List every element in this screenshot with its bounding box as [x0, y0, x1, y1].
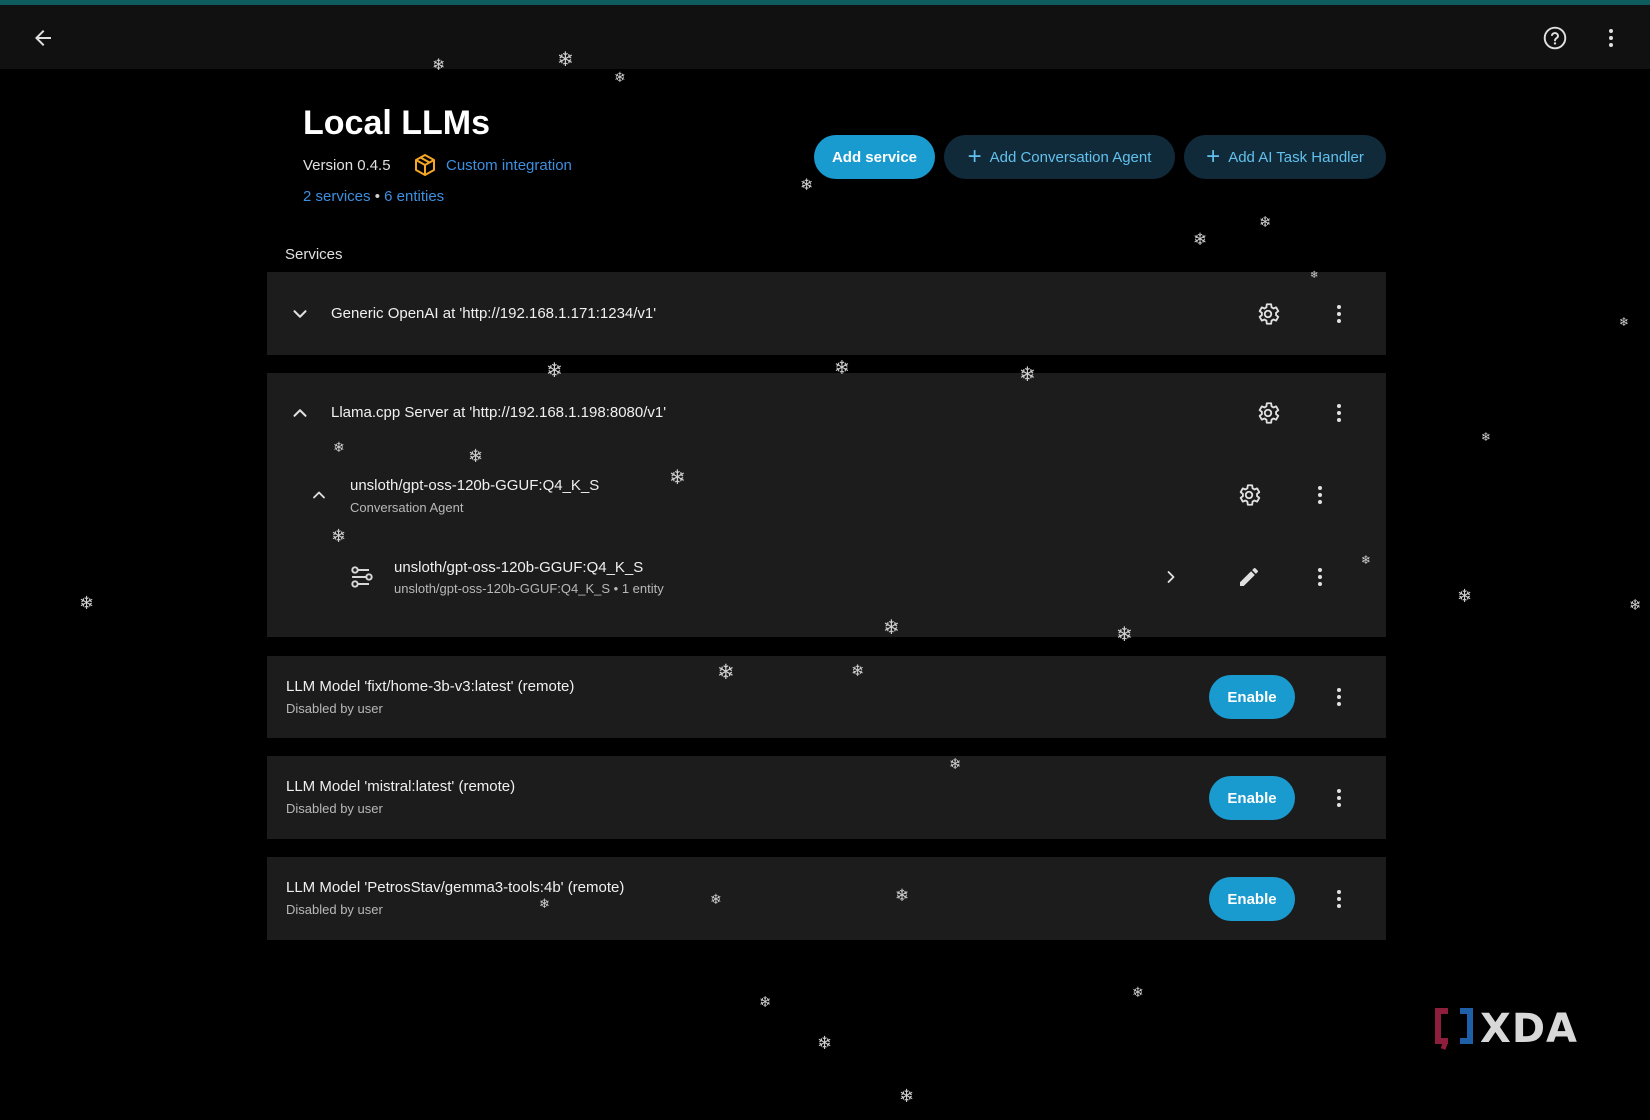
page-title: Local LLMs [303, 104, 491, 142]
entry-menu-button[interactable] [1323, 782, 1355, 814]
gear-icon [1239, 484, 1261, 506]
subentry-menu-button[interactable] [1304, 479, 1336, 511]
chevron-down-icon [293, 310, 307, 318]
disabled-entry-card: LLM Model 'mistral:latest' (remote) Disa… [267, 756, 1386, 839]
add-service-button[interactable]: Add service [814, 135, 935, 179]
entry-menu-button[interactable] [1323, 883, 1355, 915]
add-ai-task-handler-button[interactable]: + Add AI Task Handler [1184, 135, 1386, 179]
service-title: Generic OpenAI at 'http://192.168.1.171:… [331, 305, 657, 322]
entities-link[interactable]: 6 entities [384, 188, 444, 205]
help-button[interactable] [1538, 21, 1572, 55]
dots-vertical-icon [1337, 688, 1341, 706]
entry-menu-button[interactable] [1323, 681, 1355, 713]
entry-title: LLM Model 'fixt/home-3b-v3:latest' (remo… [286, 678, 575, 695]
xda-logo-icon [1435, 1008, 1473, 1050]
disabled-entry-card: LLM Model 'fixt/home-3b-v3:latest' (remo… [267, 656, 1386, 738]
dots-vertical-icon [1318, 486, 1322, 504]
chevron-up-icon [293, 409, 307, 417]
custom-integration-label: Custom integration [446, 156, 572, 174]
service-card: Generic OpenAI at 'http://192.168.1.171:… [267, 272, 1386, 355]
device-open-button[interactable] [1155, 561, 1187, 593]
chevron-right-icon [1167, 571, 1175, 583]
counts-line: 2 services • 6 entities [303, 188, 444, 205]
entry-title: LLM Model 'mistral:latest' (remote) [286, 778, 516, 795]
package-icon [415, 154, 435, 176]
enable-button[interactable]: Enable [1209, 776, 1295, 820]
add-conversation-agent-label: Add Conversation Agent [989, 148, 1152, 166]
xda-wordmark: XDA [1480, 1006, 1578, 1052]
plus-icon: + [1206, 143, 1221, 170]
dots-vertical-icon [1609, 29, 1613, 47]
device-title: unsloth/gpt-oss-120b-GGUF:Q4_K_S [394, 559, 644, 576]
device-edit-button[interactable] [1233, 561, 1265, 593]
dots-vertical-icon [1337, 890, 1341, 908]
gear-icon [1258, 402, 1280, 424]
entry-subtitle: Disabled by user [286, 801, 383, 816]
entry-subtitle: Disabled by user [286, 902, 383, 917]
subentry-title: unsloth/gpt-oss-120b-GGUF:Q4_K_S [350, 477, 600, 494]
subentry-collapse-button[interactable] [303, 479, 335, 511]
add-conversation-agent-button[interactable]: + Add Conversation Agent [944, 135, 1175, 179]
services-link[interactable]: 2 services [303, 188, 371, 205]
subentry-subtitle: Conversation Agent [350, 500, 464, 515]
separator: • [374, 188, 380, 205]
expand-button[interactable] [284, 298, 316, 330]
arrow-left-icon [35, 30, 51, 46]
add-ai-task-handler-label: Add AI Task Handler [1228, 148, 1364, 166]
hub-devices-icon [351, 566, 373, 588]
service-settings-button[interactable] [1252, 298, 1284, 330]
services-section-label: Services [285, 246, 343, 263]
entry-subtitle: Disabled by user [286, 701, 383, 716]
help-circle-icon [1543, 26, 1567, 50]
enable-button[interactable]: Enable [1209, 675, 1295, 719]
version-label: Version 0.4.5 [303, 157, 391, 174]
custom-integration-badge[interactable]: Custom integration [413, 153, 572, 177]
dots-vertical-icon [1337, 305, 1341, 323]
dots-vertical-icon [1318, 568, 1322, 586]
device-subtitle: unsloth/gpt-oss-120b-GGUF:Q4_K_S • 1 ent… [394, 581, 664, 596]
device-icon-wrap [346, 561, 378, 593]
overflow-menu-button[interactable] [1594, 21, 1628, 55]
disabled-entry-card: LLM Model 'PetrosStav/gemma3-tools:4b' (… [267, 857, 1386, 940]
pencil-icon [1240, 567, 1259, 586]
device-menu-button[interactable] [1304, 561, 1336, 593]
dots-vertical-icon [1337, 789, 1341, 807]
collapse-button[interactable] [284, 397, 316, 429]
app-bar [0, 5, 1650, 69]
dots-vertical-icon [1337, 404, 1341, 422]
service-settings-button[interactable] [1252, 397, 1284, 429]
service-title: Llama.cpp Server at 'http://192.168.1.19… [331, 404, 667, 421]
xda-watermark: XDA [1434, 1006, 1578, 1052]
entry-title: LLM Model 'PetrosStav/gemma3-tools:4b' (… [286, 879, 625, 896]
subentry-settings-button[interactable] [1233, 479, 1265, 511]
service-menu-button[interactable] [1323, 298, 1355, 330]
chevron-up-icon [313, 491, 325, 499]
gear-icon [1258, 303, 1280, 325]
plus-icon: + [967, 143, 982, 170]
enable-button[interactable]: Enable [1209, 877, 1295, 921]
back-button[interactable] [26, 21, 60, 55]
service-card-expanded: Llama.cpp Server at 'http://192.168.1.19… [267, 373, 1386, 637]
service-menu-button[interactable] [1323, 397, 1355, 429]
